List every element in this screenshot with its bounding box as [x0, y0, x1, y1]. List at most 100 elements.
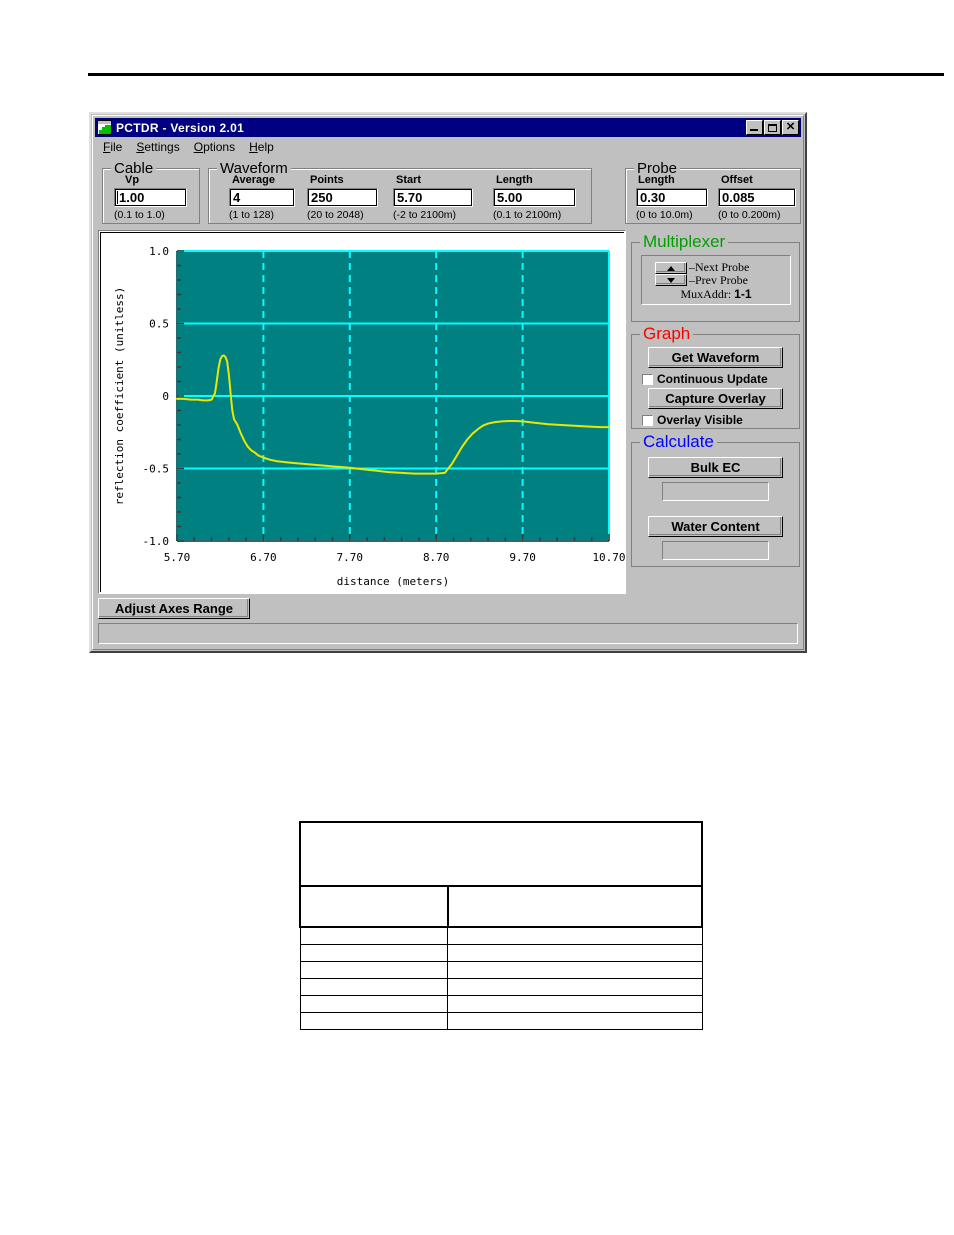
label-probe-offset: Offset: [721, 174, 753, 186]
prev-probe-label: –Prev Probe: [689, 273, 748, 287]
bottom-data-table: [299, 821, 704, 1030]
input-average[interactable]: 4: [229, 188, 295, 207]
label-average: Average: [232, 174, 276, 186]
table-row: [299, 944, 703, 962]
menu-file-rest: ile: [110, 140, 123, 154]
label-start: Start: [396, 174, 422, 186]
water-content-result-field: [662, 541, 769, 560]
input-start[interactable]: 5.70: [393, 188, 473, 207]
input-probe-length[interactable]: 0.30: [636, 188, 708, 207]
input-average-value: 4: [233, 190, 241, 205]
input-length[interactable]: 5.00: [493, 188, 576, 207]
next-probe-up-button[interactable]: [655, 262, 687, 274]
graph-frame: -1.0 -0.5 0 0.5 1.0 5.70 6.70 7.70 8.70 9.70 10.70…: [98, 230, 626, 594]
overlay-visible-checkbox[interactable]: [642, 414, 653, 426]
range-vp: (0.1 to 1.0): [114, 209, 165, 221]
maximize-button[interactable]: [764, 120, 781, 135]
input-points-value: 250: [311, 190, 333, 205]
label-vp: Vp: [125, 174, 140, 186]
capture-overlay-button[interactable]: Capture Overlay: [648, 388, 783, 409]
status-bar: [98, 623, 798, 644]
svg-text:0: 0: [162, 390, 169, 403]
page-divider-rule: [88, 73, 944, 76]
continuous-update-label: Continuous Update: [657, 372, 768, 386]
table-row: [299, 885, 704, 928]
input-probe-offset[interactable]: 0.085: [718, 188, 796, 207]
window-control-buttons: ✕: [746, 120, 799, 135]
menu-help-rest: elp: [257, 140, 274, 154]
table-cell: [447, 944, 703, 962]
range-points: (20 to 2048): [307, 209, 364, 221]
input-start-value: 5.70: [397, 190, 423, 205]
range-average: (1 to 128): [229, 209, 274, 221]
table-cell: [447, 978, 703, 996]
title-bar: PCTDR - Version 2.01 ✕: [95, 118, 801, 137]
svg-text:8.70: 8.70: [423, 551, 450, 564]
svg-text:5.70: 5.70: [164, 551, 191, 564]
input-probe-length-value: 0.30: [640, 190, 666, 205]
menu-item-help[interactable]: Help: [242, 139, 281, 155]
table-row: [299, 978, 703, 996]
get-waveform-button[interactable]: Get Waveform: [648, 347, 783, 368]
input-points[interactable]: 250: [307, 188, 378, 207]
table-row: [299, 821, 703, 887]
table-cell: [299, 978, 449, 996]
svg-text:10.70: 10.70: [592, 551, 625, 564]
adjust-axes-range-button[interactable]: Adjust Axes Range: [98, 598, 250, 619]
range-start: (-2 to 2100m): [393, 209, 457, 221]
menu-bar: File Settings Options Help: [96, 138, 800, 156]
input-vp-value: 1.00: [119, 190, 145, 205]
menu-item-settings[interactable]: Settings: [129, 139, 186, 155]
minimize-button[interactable]: [746, 120, 763, 135]
table-row: [299, 926, 703, 945]
table-cell: [447, 995, 703, 1013]
range-probe-offset: (0 to 0.200m): [718, 209, 781, 221]
water-content-button[interactable]: Water Content: [648, 516, 783, 537]
svg-text:reflection coefficient (unitle: reflection coefficient (unitless): [113, 287, 126, 506]
input-probe-offset-value: 0.085: [722, 190, 755, 205]
label-length: Length: [496, 174, 533, 186]
muxaddr-display: MuxAddr: 1-1: [642, 287, 790, 302]
range-length: (0.1 to 2100m): [493, 209, 562, 221]
menu-options-rest: ptions: [203, 140, 236, 154]
text-caret: [117, 191, 118, 204]
table-row: [299, 995, 703, 1013]
bulk-ec-button[interactable]: Bulk EC: [648, 457, 783, 478]
prev-probe-down-button[interactable]: [655, 274, 687, 286]
svg-text:-1.0: -1.0: [143, 535, 170, 548]
section-calculate: Calculate Bulk EC Water Content: [631, 432, 800, 567]
bulk-ec-result-field: [662, 482, 769, 501]
table-cell: [299, 995, 449, 1013]
overlay-visible-label: Overlay Visible: [657, 413, 743, 427]
menu-settings-rest: ettings: [144, 140, 180, 154]
close-button[interactable]: ✕: [782, 120, 799, 135]
table-cell: [447, 926, 703, 945]
muxaddr-label: MuxAddr:: [680, 287, 732, 301]
label-probe-length: Length: [638, 174, 675, 186]
svg-text:-0.5: -0.5: [143, 463, 170, 476]
graph-canvas-container[interactable]: -1.0 -0.5 0 0.5 1.0 5.70 6.70 7.70 8.70 9.70 10.70…: [100, 232, 625, 593]
overlay-visible-row[interactable]: Overlay Visible: [642, 413, 743, 427]
continuous-update-row[interactable]: Continuous Update: [642, 372, 768, 386]
input-vp[interactable]: 1.00: [114, 188, 187, 207]
table-cell: [447, 961, 703, 979]
window-inner-frame: PCTDR - Version 2.01 ✕ File Settings Opt…: [92, 115, 804, 650]
menu-item-options[interactable]: Options: [187, 139, 242, 155]
group-cable: Cable Vp 1.00 (0.1 to 1.0): [102, 160, 200, 224]
parameters-panel: Cable Vp 1.00 (0.1 to 1.0) Waveform Aver…: [98, 158, 801, 226]
range-probe-length: (0 to 10.0m): [636, 209, 693, 221]
svg-text:1.0: 1.0: [149, 245, 169, 258]
tdr-waveform-chart: -1.0 -0.5 0 0.5 1.0 5.70 6.70 7.70 8.70 9.70 10.70…: [101, 233, 625, 593]
section-graph: Graph Get Waveform Continuous Update Cap…: [631, 324, 800, 429]
svg-text:9.70: 9.70: [509, 551, 535, 564]
table-row: [299, 961, 703, 979]
svg-text:6.70: 6.70: [250, 551, 277, 564]
svg-text:0.5: 0.5: [149, 318, 169, 331]
section-calculate-legend: Calculate: [640, 432, 717, 452]
menu-item-file[interactable]: File: [96, 139, 129, 155]
table-cell: [446, 885, 704, 928]
pctdr-application-window: PCTDR - Version 2.01 ✕ File Settings Opt…: [89, 112, 807, 653]
continuous-update-checkbox[interactable]: [642, 373, 653, 385]
section-multiplexer: Multiplexer –Next Probe –Prev Probe MuxA…: [631, 232, 800, 322]
table-cell: [447, 1012, 703, 1030]
